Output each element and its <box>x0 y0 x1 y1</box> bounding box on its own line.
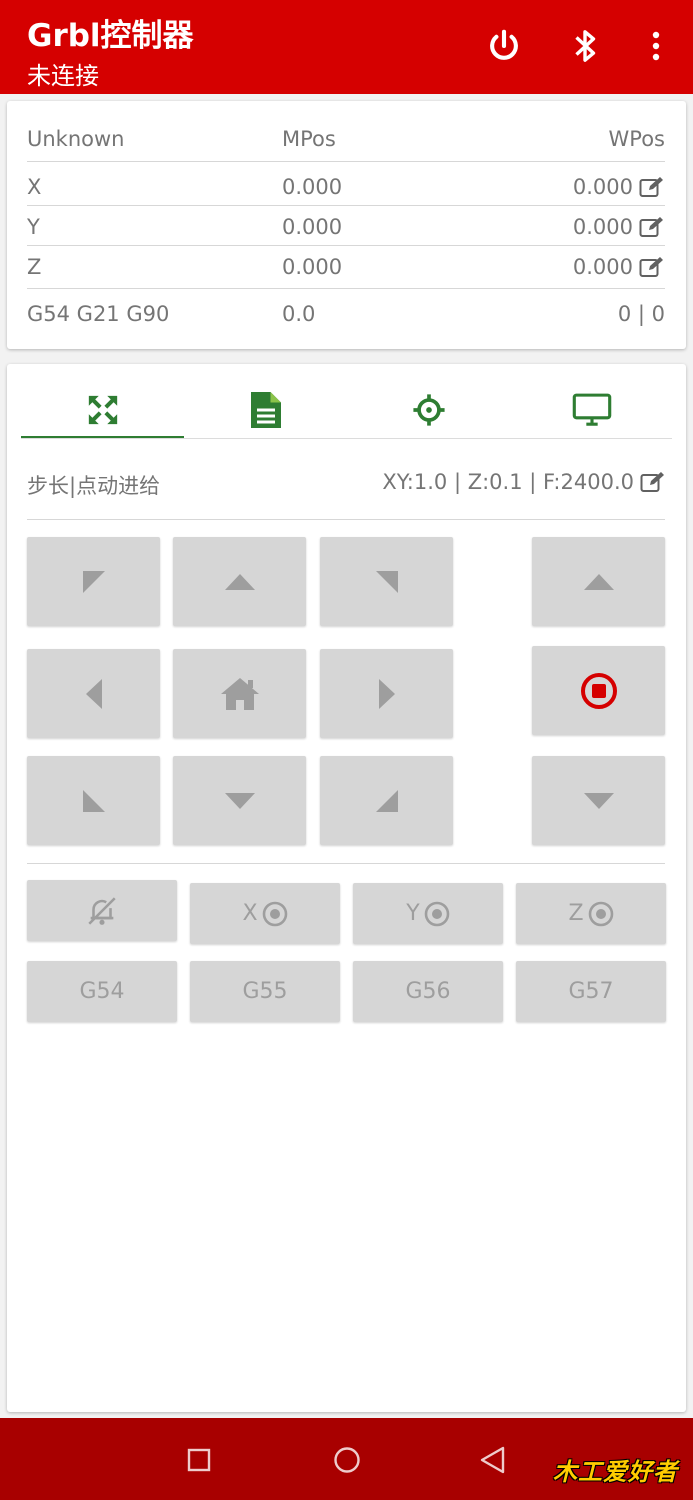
jog-down-right-button[interactable] <box>320 756 453 845</box>
more-vert-icon <box>652 31 660 61</box>
tab-file[interactable] <box>184 382 347 438</box>
bluetooth-icon <box>575 30 596 62</box>
jog-y-minus-button[interactable] <box>173 756 306 845</box>
arrow-right-icon <box>378 678 395 709</box>
jog-up-left-button[interactable] <box>27 537 160 626</box>
power-icon <box>490 29 518 60</box>
mpos-value: 0.000 <box>282 215 343 239</box>
move-icon <box>88 395 117 425</box>
zero-z-button[interactable]: Z <box>516 883 666 944</box>
alarm-clear-button[interactable] <box>27 880 177 941</box>
zero-y-button[interactable]: Y <box>353 883 503 944</box>
power-button[interactable] <box>480 22 528 70</box>
arrow-up-right-icon <box>375 570 398 593</box>
crosshair-icon <box>412 394 445 426</box>
triangle-back-icon <box>480 1446 505 1474</box>
square-icon <box>187 1448 211 1472</box>
more-menu-button[interactable] <box>632 22 680 70</box>
wpos-value: 0.000 <box>572 175 633 199</box>
bell-off-icon <box>88 896 116 925</box>
wpos-value: 0.000 <box>572 255 633 279</box>
stop-button[interactable] <box>532 646 665 735</box>
tab-bar <box>21 382 672 440</box>
feed-rate: 0.0 <box>282 302 316 326</box>
jog-up-right-button[interactable] <box>320 537 453 626</box>
wcs-g56-button[interactable]: G56 <box>353 961 503 1022</box>
home-icon <box>220 677 259 710</box>
zero-x-button[interactable]: X <box>190 883 340 944</box>
arrow-up-left-icon <box>82 570 105 593</box>
wcs-g55-button[interactable]: G55 <box>190 961 340 1022</box>
wcs-g57-button[interactable]: G57 <box>516 961 666 1022</box>
stop-circle-icon <box>580 672 617 709</box>
circle-icon <box>334 1447 360 1473</box>
target-icon <box>424 901 450 926</box>
monitor-icon <box>572 393 611 426</box>
axis-label: Z <box>27 255 42 279</box>
edit-icon[interactable] <box>639 256 665 278</box>
mpos-header: MPos <box>282 127 336 151</box>
jog-z-minus-button[interactable] <box>532 756 665 845</box>
watermark-logo: 木工爱好者 <box>553 1458 678 1486</box>
control-card: 步长|点动进给 XY:1.0 | Z:0.1 | F:2400.0 X Y Z … <box>7 364 686 1412</box>
back-button[interactable] <box>477 1444 509 1476</box>
position-card: Unknown MPos WPos X 0.000 0.000 Y 0.000 … <box>7 101 686 349</box>
modal-groups: G54 G21 G90 <box>27 302 170 326</box>
app-bar: Grbl控制器 未连接 <box>0 0 693 94</box>
step-value[interactable]: XY:1.0 | Z:0.1 | F:2400.0 <box>382 470 666 494</box>
target-icon <box>262 901 287 926</box>
jog-x-minus-button[interactable] <box>27 649 160 738</box>
zero-z-label: Z <box>568 901 584 926</box>
wpos-header: WPos <box>608 127 665 151</box>
axis-label: Y <box>27 215 40 239</box>
jog-z-plus-button[interactable] <box>532 537 665 626</box>
zero-y-label: Y <box>406 901 420 926</box>
target-icon <box>588 901 613 926</box>
arrow-down-right-icon <box>375 789 398 812</box>
tab-console[interactable] <box>510 382 673 438</box>
machine-state: Unknown <box>27 127 125 151</box>
app-title: Grbl控制器 <box>27 18 194 54</box>
tab-jog[interactable] <box>21 382 184 438</box>
buffer-status: 0 | 0 <box>617 302 665 326</box>
mpos-value: 0.000 <box>282 175 343 199</box>
mpos-value: 0.000 <box>282 255 343 279</box>
jog-y-plus-button[interactable] <box>173 537 306 626</box>
step-value-text: XY:1.0 | Z:0.1 | F:2400.0 <box>382 470 634 494</box>
connection-status: 未连接 <box>27 62 99 90</box>
home-nav-button[interactable] <box>331 1444 363 1476</box>
edit-icon[interactable] <box>639 216 665 238</box>
file-icon <box>250 392 281 428</box>
tab-probe[interactable] <box>347 382 510 438</box>
arrow-down-icon <box>224 792 255 809</box>
home-button[interactable] <box>173 649 306 738</box>
arrow-left-icon <box>85 678 102 709</box>
step-label: 步长|点动进给 <box>27 474 161 498</box>
arrow-up-icon <box>224 573 255 590</box>
edit-icon[interactable] <box>640 471 666 493</box>
axis-label: X <box>27 175 42 199</box>
edit-icon[interactable] <box>639 176 665 198</box>
recents-button[interactable] <box>183 1444 215 1476</box>
arrow-down-left-icon <box>82 789 105 812</box>
arrow-down-icon <box>583 792 614 809</box>
wcs-g54-button[interactable]: G54 <box>27 961 177 1022</box>
jog-x-plus-button[interactable] <box>320 649 453 738</box>
arrow-up-icon <box>583 573 614 590</box>
bluetooth-button[interactable] <box>561 22 609 70</box>
wpos-value: 0.000 <box>572 215 633 239</box>
zero-x-label: X <box>242 901 258 926</box>
jog-down-left-button[interactable] <box>27 756 160 845</box>
